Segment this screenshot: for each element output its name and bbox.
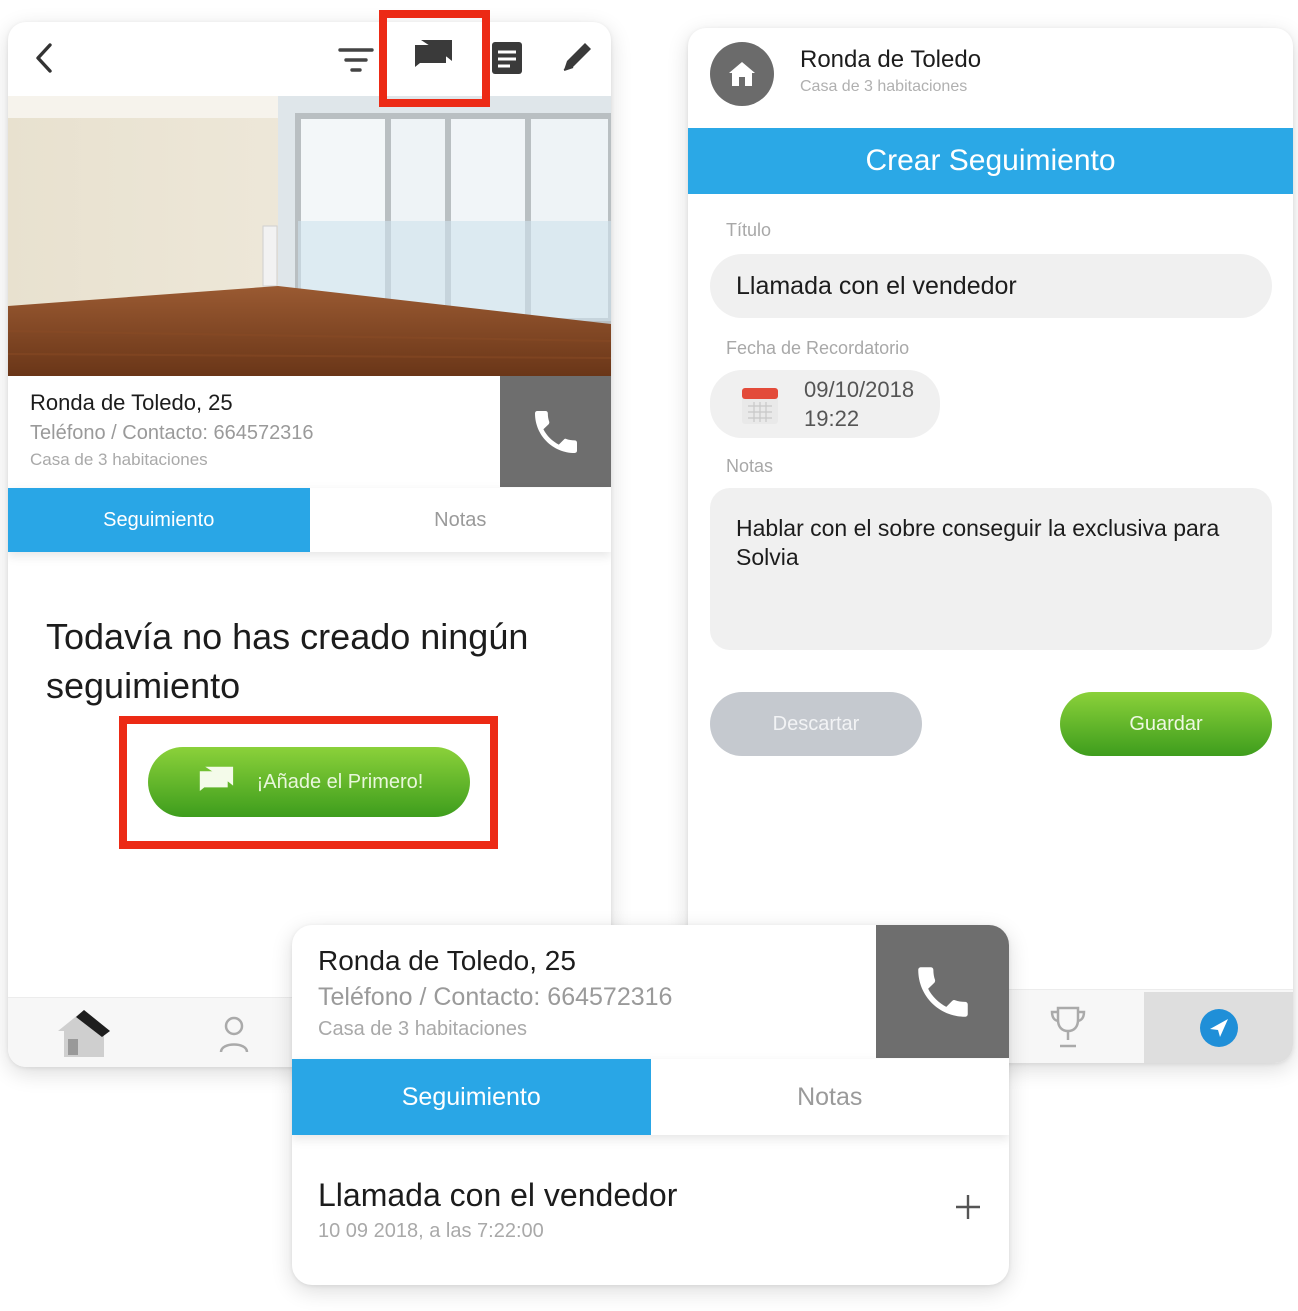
fecha-label: Fecha de Recordatorio [726, 338, 910, 358]
compass-icon [1199, 1009, 1238, 1047]
property-title: Ronda de Toledo, 25 [30, 390, 233, 415]
fecha-date: 09/10/2018 [804, 377, 915, 402]
tab-bar: Seguimiento Notas [292, 1059, 1009, 1135]
filter-icon[interactable] [334, 38, 378, 82]
chevron-left-icon[interactable] [26, 36, 62, 80]
followup-list-card: Ronda de Toledo, 25 Teléfono / Contacto:… [292, 925, 1009, 1285]
property-photo [8, 96, 611, 376]
header-text: Ronda de Toledo Casa de 3 habitaciones [800, 46, 981, 96]
property-contact: Teléfono / Contacto: 664572316 [30, 422, 314, 444]
nav-item-activity[interactable] [1144, 992, 1293, 1063]
trophy-icon[interactable] [1044, 1002, 1092, 1052]
property-info: Ronda de Toledo, 25 Teléfono / Contacto:… [318, 945, 672, 1041]
create-followup-screen: Ronda de Toledo Casa de 3 habitaciones C… [688, 28, 1293, 1063]
pencil-icon[interactable] [554, 34, 600, 80]
item-title: Llamada con el vendedor [318, 1177, 678, 1213]
header-subtitle: Casa de 3 habitaciones [800, 78, 968, 95]
notas-field[interactable]: Hablar con el sobre conseguir la exclusi… [710, 488, 1272, 650]
page-title: Crear Seguimiento [688, 128, 1293, 194]
tab-notas[interactable]: Notas [309, 488, 611, 552]
notas-label: Notas [726, 456, 774, 476]
titulo-label: Título [726, 220, 772, 240]
top-toolbar [8, 22, 611, 96]
header-title: Ronda de Toledo [800, 46, 982, 73]
tab-seguimiento[interactable]: Seguimiento [8, 488, 310, 552]
property-subtitle: Casa de 3 habitaciones [318, 1018, 528, 1040]
titulo-field[interactable]: Llamada con el vendedor [710, 254, 1272, 318]
property-title: Ronda de Toledo, 25 [318, 945, 576, 976]
highlight-add-button [119, 716, 498, 849]
tab-seguimiento[interactable]: Seguimiento [292, 1059, 651, 1135]
fecha-field[interactable]: 09/10/2018 19:22 [710, 370, 940, 438]
house-icon[interactable] [52, 1006, 116, 1062]
phone-icon [917, 966, 968, 1017]
house-icon [729, 62, 755, 86]
empty-state-message: Todavía no has creado ningún seguimiento [46, 616, 529, 706]
list-icon[interactable] [486, 36, 528, 80]
calendar-icon [740, 384, 780, 431]
fecha-time: 19:22 [804, 406, 860, 431]
plus-icon[interactable] [948, 1187, 988, 1227]
item-date: 10 09 2018, a las 7:22:00 [318, 1220, 544, 1242]
avatar [710, 42, 774, 106]
property-contact: Teléfono / Contacto: 664572316 [318, 983, 673, 1011]
call-button[interactable] [500, 376, 611, 487]
phone-icon [534, 410, 577, 453]
property-detail-screen: Ronda de Toledo, 25 Teléfono / Contacto:… [8, 22, 611, 1067]
save-button[interactable]: Guardar [1060, 692, 1272, 756]
discard-button[interactable]: Descartar [710, 692, 922, 756]
highlight-chat-icon [379, 10, 490, 107]
call-button[interactable] [876, 925, 1009, 1058]
list-item[interactable]: Llamada con el vendedor 10 09 2018, a la… [318, 1177, 677, 1243]
tab-bar: Seguimiento Notas [8, 488, 611, 552]
property-info: Ronda de Toledo, 25 Teléfono / Contacto:… [30, 390, 314, 470]
tab-notas[interactable]: Notas [650, 1059, 1009, 1135]
property-subtitle: Casa de 3 habitaciones [30, 450, 208, 469]
user-icon[interactable] [212, 1010, 256, 1058]
